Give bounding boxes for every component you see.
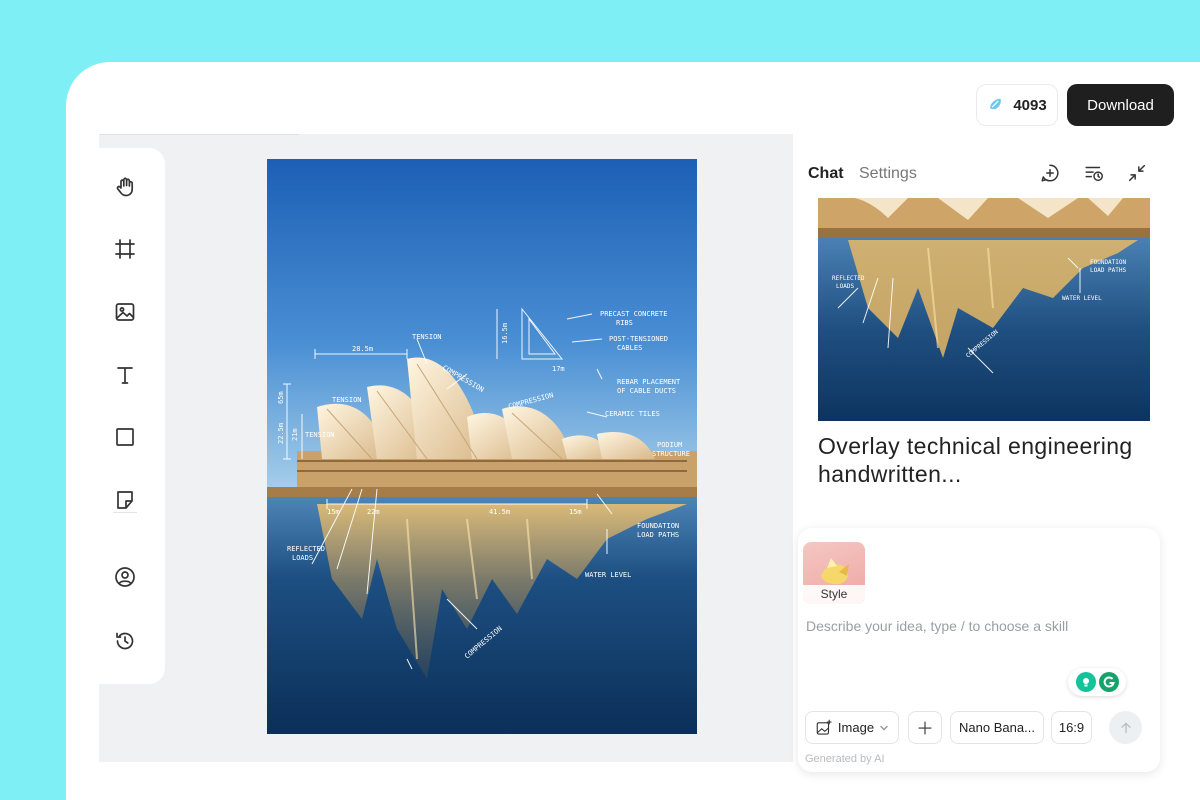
thumb-annotation-reflected-2: LOADS xyxy=(836,283,854,290)
dimension-22-5: 22.5m xyxy=(277,423,285,444)
ratio-label: 16:9 xyxy=(1058,720,1085,735)
chat-history-button[interactable] xyxy=(1083,162,1107,186)
tab-settings[interactable]: Settings xyxy=(859,165,917,183)
credits-count: 4093 xyxy=(1013,96,1047,114)
list-clock-icon xyxy=(1085,166,1103,182)
annotation-foundation-2: LOAD PATHS xyxy=(637,531,679,539)
annotation-precast-2: RIBS xyxy=(616,319,633,327)
annotation-tension-top: TENSION xyxy=(412,333,442,341)
frame-tool-button[interactable] xyxy=(112,236,138,262)
rectangle-icon xyxy=(116,428,134,446)
thumb-annotation-foundation-1: FOUNDATION xyxy=(1090,259,1127,266)
plus-icon xyxy=(918,720,932,735)
annotation-rebar-1: REBAR PLACEMENT xyxy=(617,378,681,386)
canvas-divider xyxy=(99,134,299,135)
thumb-annotation-reflected-1: REFLECTED xyxy=(832,275,865,282)
history-button[interactable] xyxy=(112,628,138,654)
dimension-15b: 15m xyxy=(569,508,582,516)
annotation-post-tensioned-1: POST-TENSIONED xyxy=(609,335,668,343)
thumbnail-image: REFLECTED LOADS FOUNDATION LOAD PATHS WA… xyxy=(818,198,1150,421)
model-label: Nano Bana... xyxy=(959,720,1035,735)
send-button[interactable] xyxy=(1109,711,1142,744)
annotation-water-level: WATER LEVEL xyxy=(585,571,631,579)
prompt-composer: Style Image xyxy=(798,528,1160,772)
prompt-preview-text: Overlay technical engineering handwritte… xyxy=(818,433,1133,487)
tool-sidebar xyxy=(99,148,165,684)
annotation-reflected-2: LOADS xyxy=(292,554,313,562)
collapse-panel-button[interactable] xyxy=(1126,162,1150,186)
annotation-rebar-2: OF CABLE DUCTS xyxy=(617,387,676,395)
text-icon xyxy=(117,367,133,384)
thumb-annotation-foundation-2: LOAD PATHS xyxy=(1090,267,1127,274)
download-button[interactable]: Download xyxy=(1067,84,1174,126)
sticky-note-icon xyxy=(117,491,133,509)
prompt-input[interactable] xyxy=(806,618,1146,634)
annotation-post-tensioned-2: CABLES xyxy=(617,344,642,352)
image-tool-button[interactable] xyxy=(112,299,138,325)
dimension-16-5: 16.5m xyxy=(501,323,509,344)
tab-chat[interactable]: Chat xyxy=(808,165,844,183)
generated-by-ai-note: Generated by AI xyxy=(805,753,885,765)
model-select[interactable]: Nano Bana... xyxy=(950,711,1044,744)
annotation-tension-left: TENSION xyxy=(332,396,362,404)
style-card[interactable]: Style xyxy=(803,542,865,604)
collapse-icon xyxy=(1128,164,1146,182)
dimension-41-5: 41.5m xyxy=(489,508,510,516)
annotation-podium-2: STRUCTURE xyxy=(652,450,690,458)
hand-icon xyxy=(116,177,134,197)
image-icon xyxy=(115,303,135,321)
dimension-65: 65m xyxy=(277,391,285,404)
user-circle-icon xyxy=(115,567,135,587)
dimension-28-5: 28.5m xyxy=(352,345,373,353)
annotation-precast-1: PRECAST CONCRETE xyxy=(600,310,667,318)
grammarly-icon xyxy=(1098,672,1119,692)
hand-tool-button[interactable] xyxy=(112,174,138,200)
text-tool-button[interactable] xyxy=(112,362,138,388)
annotation-ceramic: CERAMIC TILES xyxy=(605,410,660,418)
frame-icon xyxy=(115,239,135,259)
mode-label: Image xyxy=(837,720,875,735)
annotation-podium-1: PODIUM xyxy=(657,441,682,449)
profile-button[interactable] xyxy=(112,564,138,590)
dimension-17: 17m xyxy=(552,365,565,373)
toolbar-divider xyxy=(113,512,137,513)
chevron-down-icon xyxy=(880,725,888,730)
dimension-21: 21m xyxy=(291,428,299,441)
annotation-reflected-1: REFLECTED xyxy=(287,545,325,553)
annotation-tension-left2: TENSION xyxy=(305,431,335,439)
chat-plus-icon xyxy=(1041,164,1059,182)
canvas-image[interactable]: TENSION COMPRESSION PRECAST CONCRETE RIB… xyxy=(267,159,697,734)
grammarly-widget[interactable] xyxy=(1068,668,1126,696)
opera-house-image: TENSION COMPRESSION PRECAST CONCRETE RIB… xyxy=(267,159,697,734)
arrow-up-icon xyxy=(1120,722,1131,733)
dimension-15a: 15m xyxy=(327,508,340,516)
credits-badge[interactable]: 4093 xyxy=(976,84,1058,126)
generated-image-thumbnail[interactable]: REFLECTED LOADS FOUNDATION LOAD PATHS WA… xyxy=(818,198,1150,421)
sticky-note-tool-button[interactable] xyxy=(112,487,138,513)
image-spark-icon xyxy=(816,719,832,735)
annotation-foundation-1: FOUNDATION xyxy=(637,522,679,530)
credits-drop-icon xyxy=(990,98,1002,110)
add-attachment-button[interactable] xyxy=(908,711,942,744)
history-icon xyxy=(116,632,134,650)
aspect-ratio-select[interactable]: 16:9 xyxy=(1051,711,1092,744)
lightbulb-icon xyxy=(1075,672,1096,692)
mode-select[interactable]: Image xyxy=(805,711,899,744)
dimension-22: 22m xyxy=(367,508,380,516)
thumb-annotation-water: WATER LEVEL xyxy=(1062,295,1102,302)
rectangle-tool-button[interactable] xyxy=(112,424,138,450)
app-window: 4093 Download TENSION COMPRESSION PRECAS… xyxy=(66,62,1200,800)
style-label: Style xyxy=(803,585,865,604)
new-chat-button[interactable] xyxy=(1039,162,1063,186)
